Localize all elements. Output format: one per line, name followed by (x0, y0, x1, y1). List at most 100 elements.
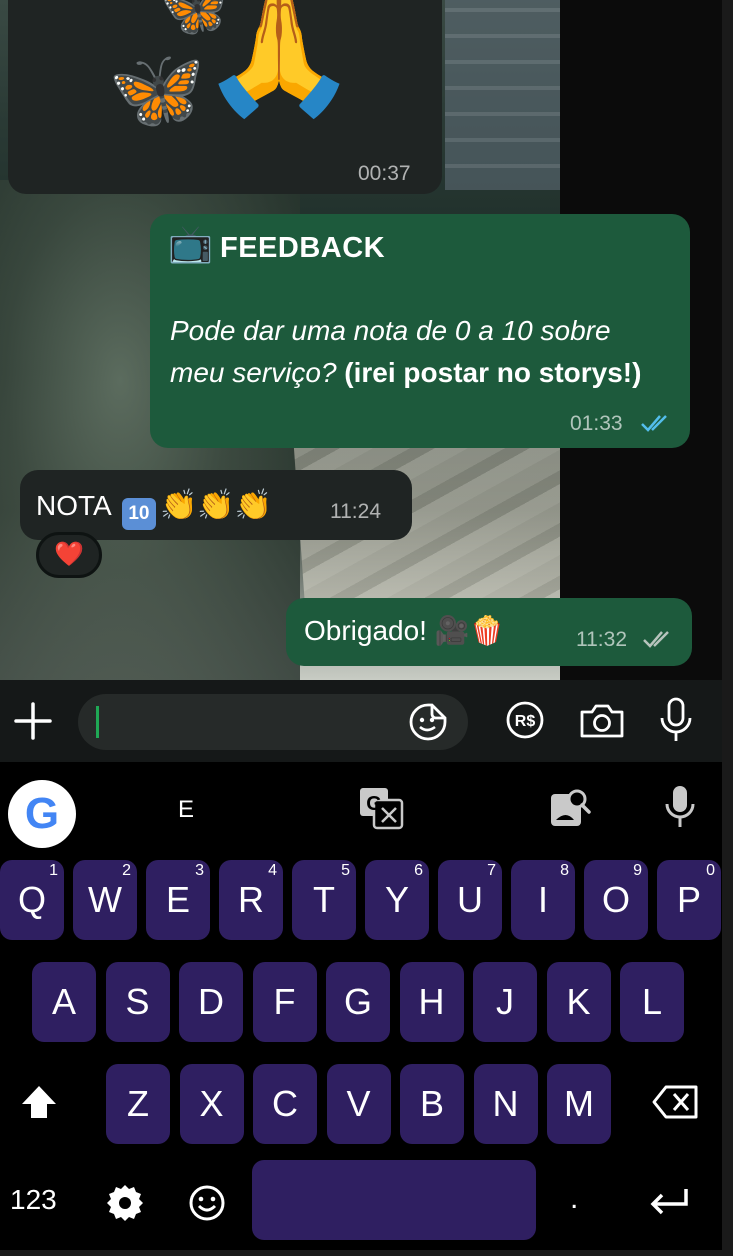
lens-icon[interactable] (548, 786, 592, 830)
key-z[interactable]: Z (106, 1064, 170, 1144)
key-d[interactable]: D (179, 962, 243, 1042)
rating-text: NOTA 10 👏👏👏 (36, 488, 272, 530)
key-i[interactable]: I8 (511, 860, 575, 940)
key-o[interactable]: O9 (584, 860, 648, 940)
numbers-key[interactable]: 123 (10, 1184, 57, 1216)
butterfly-emoji: 🦋 (108, 45, 206, 133)
payment-label: R$ (515, 713, 536, 730)
period-key[interactable]: . (570, 1182, 578, 1216)
message-input-bar: R$ (0, 680, 722, 762)
key-number-hint: 3 (195, 862, 204, 879)
feedback-body: Pode dar uma nota de 0 a 10 sobre meu se… (170, 310, 670, 394)
key-number-hint: 2 (122, 862, 131, 879)
key-g[interactable]: G (326, 962, 390, 1042)
key-t[interactable]: T5 (292, 860, 356, 940)
settings-gear-icon[interactable] (106, 1184, 144, 1222)
emoji-icon[interactable] (188, 1184, 226, 1222)
key-label: D (198, 981, 224, 1022)
feedback-title: FEEDBACK (220, 232, 386, 264)
key-number-hint: 6 (414, 862, 423, 879)
wallpaper-window (445, 0, 565, 190)
camera-icon[interactable] (578, 700, 626, 740)
message-time: 01:33 (570, 412, 623, 435)
keyboard-toolbar: G E G (0, 762, 722, 852)
word-suggestion[interactable]: E (178, 796, 194, 824)
plus-icon[interactable] (12, 700, 54, 742)
thanks-text: Obrigado! 🎥🍿 (304, 614, 504, 647)
key-k[interactable]: K (546, 962, 611, 1042)
key-c[interactable]: C (253, 1064, 317, 1144)
key-b[interactable]: B (400, 1064, 464, 1144)
key-number-hint: 7 (487, 862, 496, 879)
key-label: V (346, 1083, 371, 1124)
key-label: F (273, 981, 296, 1022)
key-e[interactable]: E3 (146, 860, 210, 940)
key-label: A (51, 981, 76, 1022)
key-label: Z (127, 1083, 149, 1124)
key-label: M (564, 1083, 594, 1124)
svg-text:G: G (366, 793, 382, 815)
key-label: C (272, 1083, 298, 1124)
backspace-icon[interactable] (652, 1084, 700, 1120)
key-number-hint: 5 (341, 862, 350, 879)
heart-reaction[interactable]: ❤️ (36, 532, 102, 578)
delivered-ticks-icon (643, 631, 669, 648)
keycap-ten-emoji: 10 (121, 498, 156, 530)
key-label: L (641, 981, 663, 1022)
key-y[interactable]: Y6 (365, 860, 429, 940)
translate-icon[interactable]: G (358, 786, 406, 832)
thanks-message[interactable]: Obrigado! 🎥🍿 11:32 (286, 598, 692, 666)
clapping-emoji: 👏👏👏 (159, 489, 272, 522)
key-n[interactable]: N (473, 1064, 538, 1144)
message-input[interactable] (78, 694, 468, 750)
key-label: N (492, 1083, 519, 1124)
chat-area: 🦋 🦋 🙏 00:37 📺 FEEDBACK Pode dar uma nota… (0, 0, 722, 680)
key-j[interactable]: J (473, 962, 537, 1042)
key-p[interactable]: P0 (657, 860, 721, 940)
key-m[interactable]: M (547, 1064, 611, 1144)
thanks-label: Obrigado! (304, 615, 427, 646)
key-v[interactable]: V (326, 1064, 391, 1144)
praying-hands-emoji: 🙏 (198, 0, 360, 120)
message-time: 00:37 (358, 162, 411, 185)
key-l[interactable]: L (620, 962, 684, 1042)
message-time: 11:32 (576, 628, 627, 651)
sticker-icon[interactable] (408, 702, 448, 742)
feedback-message[interactable]: 📺 FEEDBACK Pode dar uma nota de 0 a 10 s… (150, 214, 690, 448)
key-s[interactable]: S (105, 962, 170, 1042)
enter-icon[interactable] (648, 1186, 690, 1218)
key-q[interactable]: Q1 (0, 860, 64, 940)
read-ticks-icon (641, 415, 667, 432)
key-f[interactable]: F (252, 962, 317, 1042)
keyboard: G E G Q1W2E3R4T5Y6U7I8O9P0ASDFGHJKLZXCVB… (0, 762, 722, 1250)
screen-edge (722, 0, 733, 1256)
camera-popcorn-emoji: 🎥🍿 (434, 615, 505, 646)
payment-icon[interactable]: R$ (505, 700, 545, 740)
key-number-hint: 1 (49, 862, 58, 879)
key-h[interactable]: H (399, 962, 464, 1042)
microphone-icon[interactable] (658, 696, 694, 744)
key-r[interactable]: R4 (219, 860, 283, 940)
image-message[interactable]: 🦋 🦋 🙏 00:37 (8, 0, 442, 194)
key-number-hint: 4 (268, 862, 277, 879)
space-key[interactable] (252, 1160, 536, 1240)
key-number-hint: 0 (706, 862, 715, 879)
key-u[interactable]: U7 (438, 860, 502, 940)
key-a[interactable]: A (32, 962, 96, 1042)
key-label: K (566, 981, 591, 1022)
text-cursor (96, 706, 99, 738)
voice-input-icon[interactable] (664, 784, 696, 830)
key-w[interactable]: W2 (73, 860, 137, 940)
key-number-hint: 8 (560, 862, 569, 879)
key-x[interactable]: X (179, 1064, 244, 1144)
rating-message[interactable]: NOTA 10 👏👏👏 11:24 (20, 470, 412, 540)
google-button[interactable]: G (8, 780, 76, 848)
key-label: X (199, 1083, 224, 1124)
key-label: J (496, 981, 514, 1022)
feedback-note: (irei postar no storys!) (344, 357, 642, 388)
key-label: G (343, 981, 372, 1022)
shift-icon[interactable] (18, 1082, 60, 1124)
tv-emoji: 📺 (168, 223, 213, 264)
message-time: 11:24 (330, 500, 381, 523)
key-label: B (419, 1083, 444, 1124)
